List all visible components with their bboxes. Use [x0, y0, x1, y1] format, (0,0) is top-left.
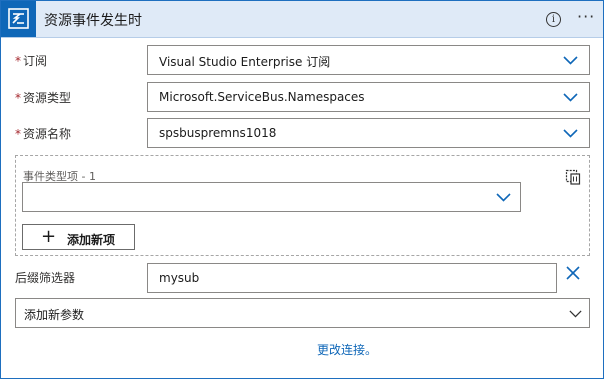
resource-name-dropdown[interactable]: spsbuspremns1018	[147, 118, 590, 148]
add-parameter-label: 添加新参数	[24, 308, 85, 322]
info-icon[interactable]: i	[546, 12, 561, 27]
required-marker: *	[15, 91, 21, 105]
resource-name-value: spsbuspremns1018	[159, 126, 277, 140]
required-marker: *	[15, 54, 21, 68]
plus-icon: +	[41, 226, 57, 247]
event-type-dropdown[interactable]	[22, 182, 521, 212]
subscription-dropdown[interactable]: Visual Studio Enterprise 订阅	[147, 45, 590, 75]
resource-type-value: Microsoft.ServiceBus.Namespaces	[159, 90, 365, 104]
change-connection-link[interactable]: 更改连接。	[317, 341, 377, 358]
resource-name-label-text: 资源名称	[23, 127, 72, 141]
subscription-value: Visual Studio Enterprise 订阅	[159, 55, 331, 69]
event-grid-icon	[1, 1, 36, 37]
chevron-down-icon	[563, 129, 578, 138]
card-title: 资源事件发生时	[44, 13, 142, 29]
card-header[interactable]: 资源事件发生时 i ···	[1, 1, 603, 38]
chevron-down-icon	[563, 93, 578, 102]
chevron-down-icon	[496, 193, 511, 202]
chevron-down-icon	[569, 310, 582, 318]
suffix-filter-input[interactable]: mysub	[147, 263, 557, 293]
resource-type-label: * 资源类型	[15, 89, 71, 106]
subscription-label-text: 订阅	[23, 54, 48, 68]
required-marker: *	[15, 127, 21, 141]
add-new-item-label: 添加新项	[67, 233, 116, 247]
suffix-filter-value: mysub	[159, 271, 200, 285]
delete-icon[interactable]	[565, 168, 581, 185]
add-parameter-dropdown[interactable]: 添加新参数	[15, 298, 590, 328]
close-icon[interactable]	[566, 266, 580, 280]
event-types-group: 事件类型项 - 1 + 添加新项	[15, 155, 590, 256]
more-options-icon[interactable]: ···	[577, 7, 595, 26]
resource-name-label: * 资源名称	[15, 125, 71, 142]
resource-type-label-text: 资源类型	[23, 91, 72, 105]
add-new-item-button[interactable]: + 添加新项	[22, 224, 135, 250]
suffix-filter-label: 后缀筛选器	[15, 271, 76, 285]
subscription-label: * 订阅	[15, 52, 47, 69]
resource-type-dropdown[interactable]: Microsoft.ServiceBus.Namespaces	[147, 82, 590, 112]
trigger-card: 资源事件发生时 i ··· * 订阅 Visual Studio Enterpri…	[0, 0, 604, 379]
chevron-down-icon	[563, 56, 578, 65]
